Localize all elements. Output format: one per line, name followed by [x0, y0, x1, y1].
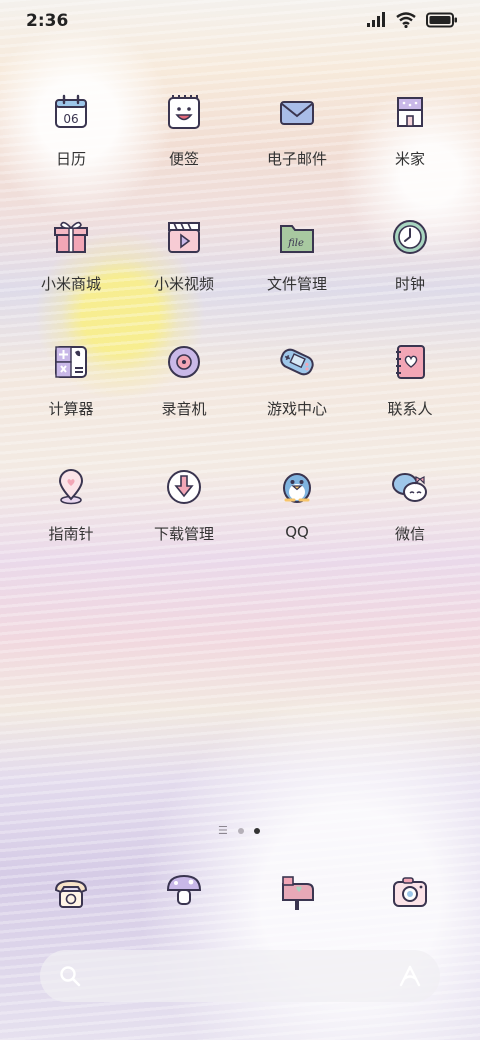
contacts-book-icon	[396, 345, 425, 379]
app-label: 微信	[394, 525, 425, 543]
app-label: 小米商城	[40, 275, 101, 293]
mi-home-icon	[397, 97, 423, 127]
app-list-icon: ☰	[218, 824, 228, 837]
app-label: 小米视频	[153, 275, 214, 293]
location-pin-icon	[58, 469, 84, 505]
mailbox-icon[interactable]	[277, 872, 317, 912]
app-mi-video[interactable]: 小米视频	[134, 217, 234, 317]
mushroom-browser-icon[interactable]	[164, 870, 204, 910]
app-download-manager[interactable]: 下载管理	[134, 467, 234, 567]
gift-box-icon	[54, 221, 88, 253]
app-label: 米家	[394, 150, 425, 168]
status-time: 2:36	[26, 11, 69, 31]
status-bar: 2:36	[0, 0, 480, 42]
app-label: 游戏中心	[266, 400, 327, 418]
app-mi-home[interactable]: 米家	[360, 92, 460, 192]
page-dot-active	[253, 827, 260, 834]
app-calculator[interactable]: 计算器	[21, 342, 121, 442]
app-label: 电子邮件	[266, 150, 327, 168]
calendar-icon: 06	[55, 94, 87, 128]
app-recorder[interactable]: 录音机	[134, 342, 234, 442]
status-icons	[366, 12, 458, 28]
app-label: 文件管理	[266, 275, 327, 293]
page-indicator[interactable]: ☰	[218, 824, 260, 837]
app-game-center[interactable]: 游戏中心	[247, 342, 347, 442]
app-label: 指南针	[48, 525, 94, 543]
app-compass[interactable]: 指南针	[21, 467, 121, 567]
battery-icon	[426, 12, 457, 28]
recorder-icon	[168, 346, 200, 378]
email-icon	[280, 101, 314, 125]
app-calendar[interactable]: 06 日历	[21, 92, 121, 192]
phone-icon[interactable]	[51, 872, 91, 912]
app-clock[interactable]: 时钟	[360, 217, 460, 317]
app-contacts[interactable]: 联系人	[360, 342, 460, 442]
app-wechat[interactable]: 微信	[360, 467, 460, 567]
download-icon	[167, 470, 201, 504]
svg-text:06: 06	[63, 112, 78, 126]
page-dot	[237, 827, 244, 834]
calculator-icon	[55, 346, 87, 378]
app-label: 便签	[168, 150, 199, 168]
chat-bubbles-icon	[392, 473, 427, 502]
assistant-icon[interactable]	[398, 964, 422, 988]
app-qq[interactable]: QQ	[247, 467, 347, 567]
clock-icon	[393, 220, 427, 254]
search-icon	[60, 966, 81, 987]
search-bar[interactable]	[40, 950, 440, 1002]
app-label: 录音机	[161, 400, 207, 418]
app-label: 下载管理	[153, 525, 214, 543]
penguin-icon	[283, 473, 311, 503]
app-label: 日历	[55, 150, 86, 168]
folder-icon: file	[280, 225, 314, 253]
app-mi-store[interactable]: 小米商城	[21, 217, 121, 317]
gamepad-icon	[280, 348, 314, 376]
app-label: QQ	[285, 523, 309, 541]
app-notes[interactable]: 便签	[134, 92, 234, 192]
app-email[interactable]: 电子邮件	[247, 92, 347, 192]
app-label: 时钟	[394, 275, 425, 293]
video-icon	[168, 222, 200, 253]
app-file-manager[interactable]: file 文件管理	[247, 217, 347, 317]
camera-icon[interactable]	[390, 872, 430, 912]
svg-text:file: file	[287, 238, 304, 249]
signal-icon	[367, 12, 385, 27]
app-label: 联系人	[387, 400, 433, 418]
app-label: 计算器	[48, 400, 94, 418]
notes-icon	[168, 95, 200, 129]
wifi-icon	[396, 12, 416, 28]
